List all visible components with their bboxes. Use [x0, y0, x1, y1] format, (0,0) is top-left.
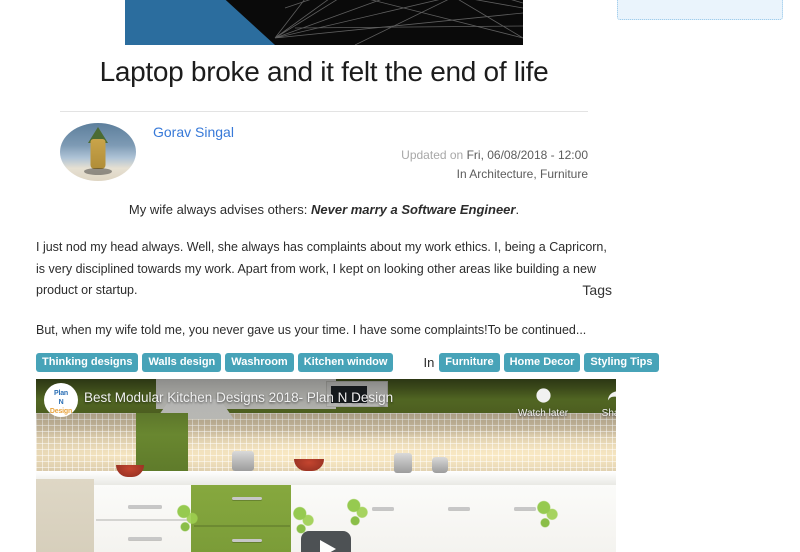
share-label: Share: [601, 408, 616, 420]
channel-logo-line2: N: [58, 399, 64, 407]
tag-item[interactable]: Washroom: [225, 353, 294, 373]
lead-paragraph: My wife always advises others: Never mar…: [36, 200, 612, 220]
in-label: In: [423, 355, 435, 371]
updated-line: Updated on Fri, 06/08/2018 - 12:00: [401, 146, 588, 166]
avatar: [60, 122, 136, 181]
clock-icon: [513, 387, 573, 405]
lead-plain-text: My wife always advises others:: [128, 201, 311, 217]
video-title[interactable]: Best Modular Kitchen Designs 2018- Plan …: [84, 390, 393, 405]
article-body: Laptop broke and it felt the end of life…: [0, 0, 659, 552]
lead-bold-text: Never marry a Software Engineer: [310, 201, 516, 217]
avatar-pineapple-shape: [90, 138, 106, 169]
watch-later-button[interactable]: Watch later: [513, 387, 573, 419]
channel-logo-text: Plan N Design: [44, 383, 78, 417]
paragraph-2: But, when my wife told me, you never gav…: [36, 322, 587, 337]
channel-logo-icon[interactable]: Plan N Design: [44, 383, 78, 418]
paragraph-1: I just nod my head always. Well, she alw…: [36, 240, 607, 298]
channel-logo-line3: Design: [49, 408, 73, 416]
tag-item[interactable]: Styling Tips: [584, 353, 659, 373]
article-page: Rated by HRS.COM Laptop broke and it fel…: [0, 0, 800, 552]
watch-later-label: Watch later: [517, 408, 569, 420]
tag-item[interactable]: Home Decor: [503, 353, 581, 373]
youtube-embed[interactable]: Plan N Design Best Modular Kitchen Desig…: [36, 379, 616, 552]
tag-item[interactable]: Kitchen window: [297, 353, 394, 373]
tag-item[interactable]: Furniture: [439, 353, 500, 373]
tag-item[interactable]: Thinking designs: [36, 353, 139, 373]
updated-prefix: Updated on: [401, 147, 464, 162]
tag-list: Thinking designs Walls design Washroom K…: [36, 353, 659, 373]
tag-item[interactable]: Walls design: [142, 353, 222, 373]
youtube-play-icon[interactable]: [301, 531, 351, 552]
updated-date: Fri, 06/08/2018 - 12:00: [466, 147, 588, 162]
channel-logo-line1: Plan: [54, 390, 68, 398]
author-link[interactable]: Gorav Singal: [153, 124, 234, 140]
avatar-shadow-shape: [84, 167, 112, 175]
article-text: My wife always advises others: Never mar…: [36, 190, 659, 552]
page-title: Laptop broke and it felt the end of life: [99, 56, 549, 87]
share-button[interactable]: Share: [585, 387, 616, 419]
categories-line: In Architecture, Furniture: [456, 167, 588, 182]
share-arrow-icon: [585, 387, 616, 405]
lead-tail-text: .: [515, 201, 520, 217]
tags-heading: Tags: [582, 281, 612, 298]
byline: Gorav Singal Updated on Fri, 06/08/2018 …: [60, 112, 588, 190]
article-meta: Updated on Fri, 06/08/2018 - 12:00 In Ar…: [401, 146, 588, 186]
